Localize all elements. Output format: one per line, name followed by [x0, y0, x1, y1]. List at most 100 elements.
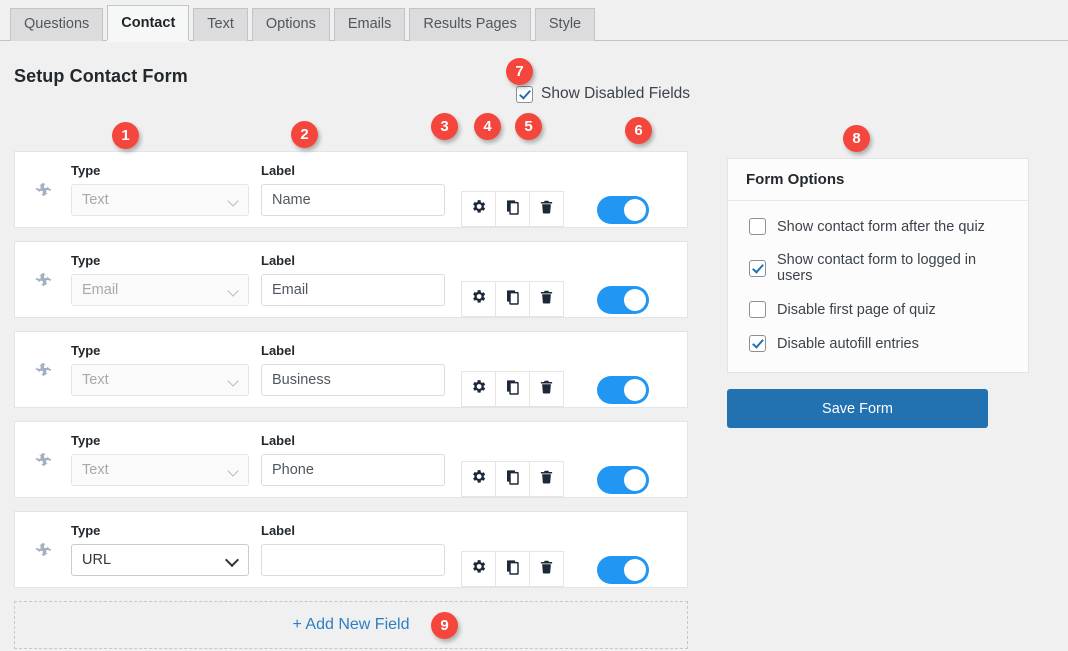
toggle-knob: [624, 289, 646, 311]
contact-field-row: Type Text Label Phone: [14, 421, 688, 498]
field-duplicate-button[interactable]: [495, 551, 530, 587]
label-column-header: Label: [261, 523, 295, 538]
field-label-input[interactable]: Business: [261, 364, 445, 396]
gear-icon: [470, 288, 487, 310]
show-disabled-fields-checkbox[interactable]: [516, 85, 533, 103]
tab-style[interactable]: Style: [534, 8, 596, 41]
field-type-column: Type Email: [71, 253, 249, 306]
field-enable-toggle[interactable]: [597, 376, 649, 404]
copy-icon: [505, 289, 521, 310]
form-option-checkbox[interactable]: [749, 218, 766, 235]
field-label-input[interactable]: Phone: [261, 454, 445, 486]
tab-emails[interactable]: Emails: [333, 8, 406, 41]
drag-handle-icon[interactable]: [15, 270, 71, 289]
label-column-header: Label: [261, 343, 295, 358]
contact-field-row: Type Text Label Business: [14, 331, 688, 408]
field-duplicate-button[interactable]: [495, 461, 530, 497]
field-type-column: Type Text: [71, 433, 249, 486]
field-label-value: Name: [272, 192, 311, 208]
field-enable-toggle-wrap: [564, 286, 687, 314]
tab-questions[interactable]: Questions: [10, 8, 104, 41]
trash-icon: [539, 469, 554, 490]
label-column-header: Label: [261, 253, 295, 268]
field-enable-toggle[interactable]: [597, 196, 649, 224]
field-label-input[interactable]: Name: [261, 184, 445, 216]
field-settings-button[interactable]: [461, 281, 496, 317]
field-duplicate-button[interactable]: [495, 371, 530, 407]
field-delete-button[interactable]: [529, 281, 564, 317]
tab-text[interactable]: Text: [193, 8, 248, 41]
form-options-header: Form Options: [728, 159, 1028, 201]
copy-icon: [505, 199, 521, 220]
toggle-knob: [624, 469, 646, 491]
field-type-select[interactable]: Text: [71, 184, 249, 216]
field-enable-toggle-wrap: [564, 196, 687, 224]
field-type-select[interactable]: Text: [71, 364, 249, 396]
tab-bar: Questions Contact Text Options Emails Results…: [0, 0, 1068, 42]
field-settings-button[interactable]: [461, 461, 496, 497]
field-duplicate-button[interactable]: [495, 191, 530, 227]
trash-icon: [539, 379, 554, 400]
copy-icon: [505, 379, 521, 400]
field-label-column: Label Business: [261, 343, 445, 396]
form-options-panel: Form Options Show contact form after the…: [727, 158, 1029, 373]
field-enable-toggle[interactable]: [597, 556, 649, 584]
tab-contact[interactable]: Contact: [107, 5, 190, 42]
copy-icon: [505, 469, 521, 490]
tab-options[interactable]: Options: [251, 8, 330, 41]
field-delete-button[interactable]: [529, 461, 564, 497]
field-enable-toggle[interactable]: [597, 466, 649, 494]
field-type-select[interactable]: URL: [71, 544, 249, 576]
field-delete-button[interactable]: [529, 191, 564, 227]
form-option-row[interactable]: Disable first page of quiz: [749, 301, 1010, 318]
field-type-select[interactable]: Email: [71, 274, 249, 306]
field-delete-button[interactable]: [529, 371, 564, 407]
gear-icon: [470, 378, 487, 400]
form-option-row[interactable]: Show contact form after the quiz: [749, 218, 1010, 235]
field-action-buttons: [461, 281, 564, 317]
toggle-knob: [624, 199, 646, 221]
field-type-column: Type URL: [71, 523, 249, 576]
field-label-value: Email: [272, 282, 309, 298]
contact-field-list: Type Text Label Name Type Email Label Email Type…: [14, 151, 688, 649]
drag-handle-icon[interactable]: [15, 360, 71, 379]
annotation-badge-7: 7: [506, 58, 533, 85]
field-label-input[interactable]: Email: [261, 274, 445, 306]
annotation-badge-1: 1: [112, 122, 139, 149]
drag-handle-icon[interactable]: [15, 540, 71, 559]
field-label-value: Business: [272, 372, 331, 388]
annotation-badge-4: 4: [474, 113, 501, 140]
save-form-button[interactable]: Save Form: [727, 389, 988, 428]
gear-icon: [470, 468, 487, 490]
field-enable-toggle[interactable]: [597, 286, 649, 314]
drag-handle-icon[interactable]: [15, 450, 71, 469]
drag-handle-icon[interactable]: [15, 180, 71, 199]
form-options-list: Show contact form after the quiz Show con…: [728, 201, 1028, 372]
tab-results-pages[interactable]: Results Pages: [409, 8, 531, 41]
form-option-label: Disable first page of quiz: [777, 301, 936, 318]
type-column-header: Type: [71, 343, 101, 358]
field-enable-toggle-wrap: [564, 376, 687, 404]
form-option-checkbox[interactable]: [749, 301, 766, 318]
field-label-column: Label Email: [261, 253, 445, 306]
field-delete-button[interactable]: [529, 551, 564, 587]
form-option-checkbox[interactable]: [749, 335, 766, 352]
form-option-row[interactable]: Disable autofill entries: [749, 335, 1010, 352]
form-option-row[interactable]: Show contact form to logged in users: [749, 252, 1010, 284]
field-type-value: Text: [82, 372, 109, 388]
field-label-value: Phone: [272, 462, 314, 478]
field-label-input[interactable]: [261, 544, 445, 576]
field-settings-button[interactable]: [461, 371, 496, 407]
field-settings-button[interactable]: [461, 191, 496, 227]
field-settings-button[interactable]: [461, 551, 496, 587]
field-type-value: Text: [82, 462, 109, 478]
type-column-header: Type: [71, 523, 101, 538]
field-type-select[interactable]: Text: [71, 454, 249, 486]
page-title: Setup Contact Form: [14, 66, 188, 86]
show-disabled-fields-toggle[interactable]: Show Disabled Fields: [516, 85, 690, 103]
toggle-knob: [624, 559, 646, 581]
form-option-checkbox[interactable]: [749, 259, 766, 277]
add-new-field-button[interactable]: + Add New Field: [14, 601, 688, 649]
trash-icon: [539, 199, 554, 220]
field-duplicate-button[interactable]: [495, 281, 530, 317]
